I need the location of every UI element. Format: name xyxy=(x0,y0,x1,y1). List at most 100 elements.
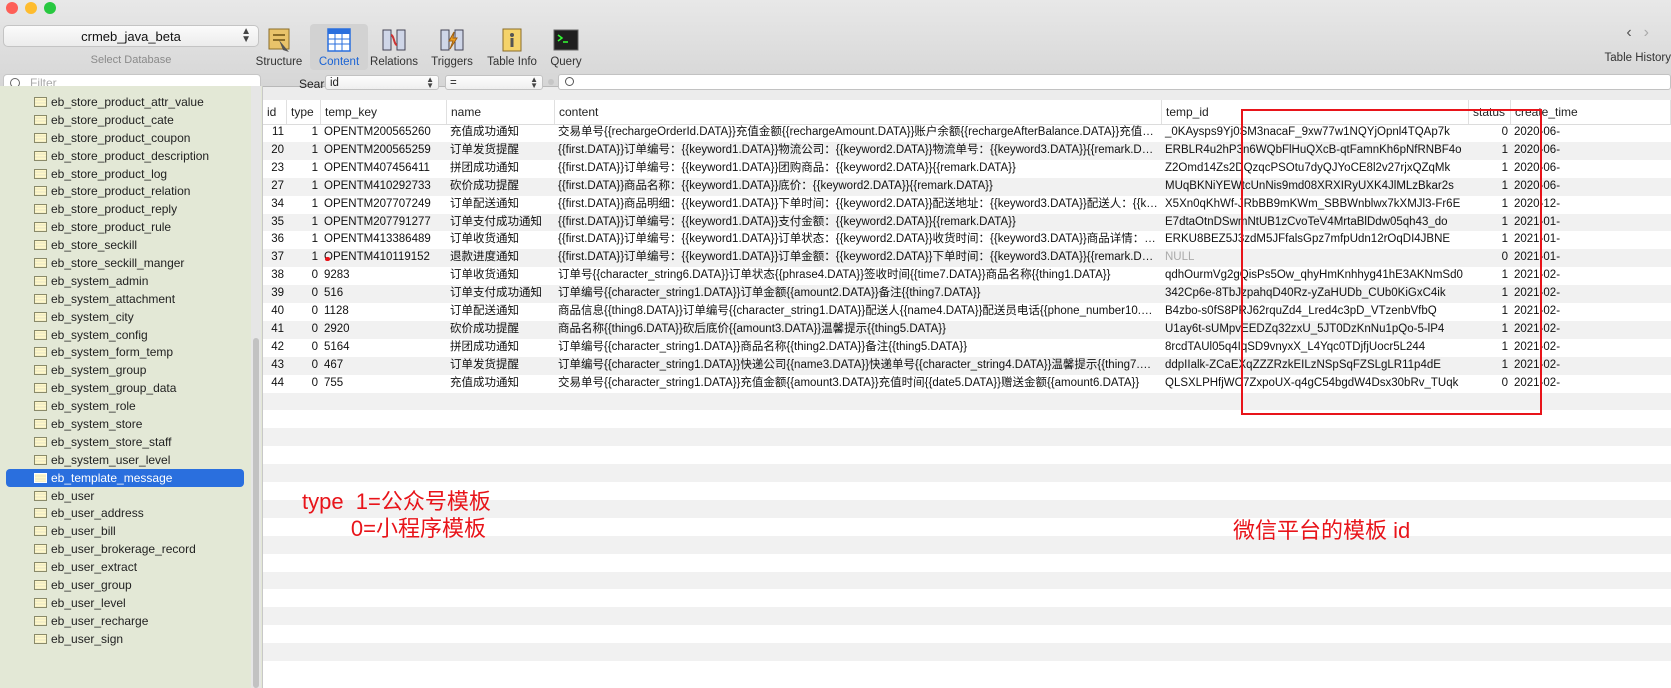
grid-cell-status[interactable]: 1 xyxy=(1469,303,1511,321)
table-row[interactable]: 41 0 2920 砍价成功提醒 商品名称{{thing6.DATA}}砍后底价{{am… xyxy=(263,320,1671,339)
grid-cell-name[interactable]: 充值成功通知 xyxy=(447,375,555,393)
grid-cell-create_time[interactable]: 2021-02- xyxy=(1511,375,1671,393)
grid-cell-temp_key[interactable]: 2920 xyxy=(321,321,447,339)
grid-cell-temp_id[interactable]: ERKU8BEZ5J3zdM5JFfalsGpz7mfpUdn12rOqDI4J… xyxy=(1162,231,1469,249)
grid-cell-status[interactable]: 1 xyxy=(1469,214,1511,232)
grid-cell-type[interactable]: 1 xyxy=(287,160,321,178)
grid-cell-content[interactable]: {{first.DATA}}订单编号：{{keyword1.DATA}}订单金额… xyxy=(555,249,1162,267)
grid-cell-content[interactable]: 订单编号{{character_string1.DATA}}快递公司{{name… xyxy=(555,357,1162,375)
table-row[interactable]: 35 1 OPENTM207791277 订单支付成功通知 {{first.DATA}}… xyxy=(263,213,1671,232)
grid-cell-content[interactable]: 商品名称{{thing6.DATA}}砍后底价{{amount3.DATA}}温… xyxy=(555,321,1162,339)
grid-cell-create_time[interactable]: 2021-01- xyxy=(1511,249,1671,267)
sidebar-table-item[interactable]: eb_system_admin xyxy=(0,272,250,290)
grid-cell-id[interactable]: 35 xyxy=(263,214,287,232)
grid-cell-id[interactable]: 36 xyxy=(263,231,287,249)
grid-cell-temp_key[interactable]: 5164 xyxy=(321,339,447,357)
grid-cell-temp_key[interactable]: 9283 xyxy=(321,267,447,285)
grid-cell-type[interactable]: 0 xyxy=(287,375,321,393)
grid-cell-create_time[interactable]: 2020-06- xyxy=(1511,124,1671,142)
grid-cell-content[interactable]: 订单编号{{character_string1.DATA}}商品名称{{thin… xyxy=(555,339,1162,357)
sidebar-table-item[interactable]: eb_store_product_relation xyxy=(0,182,250,200)
grid-cell-temp_id[interactable]: B4zbo-s0fS8PRJ62rquZd4_Lred4c3pD_VTzenbV… xyxy=(1162,303,1469,321)
grid-cell-status[interactable]: 0 xyxy=(1469,249,1511,267)
sidebar-table-item[interactable]: eb_store_seckill xyxy=(0,236,250,254)
grid-cell-status[interactable]: 1 xyxy=(1469,160,1511,178)
grid-cell-type[interactable]: 1 xyxy=(287,249,321,267)
sidebar-table-item[interactable]: eb_system_group_data xyxy=(0,379,250,397)
grid-cell-content[interactable]: {{first.DATA}}订单编号：{{keyword1.DATA}}支付金额… xyxy=(555,214,1162,232)
back-arrow-icon[interactable]: ‹ xyxy=(1626,24,1643,41)
grid-cell-name[interactable]: 订单支付成功通知 xyxy=(447,285,555,303)
sidebar-table-item[interactable]: eb_store_product_log xyxy=(0,165,250,183)
grid-cell-status[interactable]: 0 xyxy=(1469,124,1511,142)
grid-cell-name[interactable]: 订单支付成功通知 xyxy=(447,214,555,232)
grid-cell-id[interactable]: 38 xyxy=(263,267,287,285)
grid-cell-status[interactable]: 1 xyxy=(1469,321,1511,339)
toolbar-structure-button[interactable]: Structure xyxy=(250,24,308,70)
grid-cell-status[interactable]: 1 xyxy=(1469,178,1511,196)
sidebar-table-item[interactable]: eb_store_product_reply xyxy=(0,200,250,218)
grid-cell-temp_id[interactable]: qdhOurmVg2gQisPs5Ow_qhyHmKnhhyg41hE3AKNm… xyxy=(1162,267,1469,285)
sidebar-table-item[interactable]: eb_system_group xyxy=(0,361,250,379)
grid-cell-id[interactable]: 11 xyxy=(263,124,287,142)
grid-cell-name[interactable]: 订单配送通知 xyxy=(447,303,555,321)
grid-cell-type[interactable]: 0 xyxy=(287,357,321,375)
grid-cell-temp_key[interactable]: OPENTM407456411 xyxy=(321,160,447,178)
grid-cell-temp_id[interactable]: 8rcdTAUl05q4IqSD9vnyxX_L4Yqc0TDjfjUocr5L… xyxy=(1162,339,1469,357)
grid-cell-temp_id[interactable]: Z2Omd14Zs2DQzqcPSOtu7dyQJYoCE8l2v27rjxQZ… xyxy=(1162,160,1469,178)
grid-cell-create_time[interactable]: 2020-06- xyxy=(1511,178,1671,196)
toolbar-content-button[interactable]: Content xyxy=(310,24,368,70)
grid-cell-type[interactable]: 1 xyxy=(287,142,321,160)
grid-cell-temp_key[interactable]: OPENTM410119152 xyxy=(321,249,447,267)
table-row[interactable]: 36 1 OPENTM413386489 订单收货通知 {{first.DATA}}订单… xyxy=(263,231,1671,249)
toolbar-query-button[interactable]: Query xyxy=(537,24,595,70)
grid-cell-temp_key[interactable]: OPENTM200565259 xyxy=(321,142,447,160)
table-row[interactable]: 11 1 OPENTM200565260 充值成功通知 交易单号{{rechargeOr… xyxy=(263,124,1671,142)
grid-cell-content[interactable]: 交易单号{{character_string1.DATA}}充值金额{{amou… xyxy=(555,375,1162,393)
grid-cell-content[interactable]: 订单编号{{character_string1.DATA}}订单金额{{amou… xyxy=(555,285,1162,303)
grid-cell-create_time[interactable]: 2021-02- xyxy=(1511,267,1671,285)
grid-cell-id[interactable]: 23 xyxy=(263,160,287,178)
grid-cell-temp_id[interactable]: X5Xn0qKhWf-JRbBB9mKWm_SBBWnblwx7kXMJl3-F… xyxy=(1162,196,1469,214)
grid-cell-temp_key[interactable]: OPENTM200565260 xyxy=(321,124,447,142)
grid-cell-content[interactable]: {{first.DATA}}订单编号：{{keyword1.DATA}}团购商品… xyxy=(555,160,1162,178)
grid-cell-content[interactable]: {{first.DATA}}商品明细：{{keyword1.DATA}}下单时间… xyxy=(555,196,1162,214)
sidebar-table-item[interactable]: eb_system_store xyxy=(0,415,250,433)
column-header[interactable]: status xyxy=(1469,100,1511,124)
grid-cell-id[interactable]: 20 xyxy=(263,142,287,160)
table-row[interactable]: 40 0 1128 订单配送通知 商品信息{{thing8.DATA}}订单编号{{ch… xyxy=(263,303,1671,321)
grid-cell-id[interactable]: 40 xyxy=(263,303,287,321)
sidebar-scrollbar[interactable] xyxy=(251,86,261,688)
sidebar-table-item[interactable]: eb_user_level xyxy=(0,594,250,612)
grid-cell-type[interactable]: 0 xyxy=(287,285,321,303)
grid-cell-type[interactable]: 0 xyxy=(287,267,321,285)
sidebar-table-item[interactable]: eb_user xyxy=(0,487,250,505)
grid-cell-id[interactable]: 39 xyxy=(263,285,287,303)
grid-cell-type[interactable]: 0 xyxy=(287,303,321,321)
grid-cell-temp_key[interactable]: 1128 xyxy=(321,303,447,321)
grid-cell-content[interactable]: 订单号{{character_string6.DATA}}订单状态{{phras… xyxy=(555,267,1162,285)
grid-cell-create_time[interactable]: 2021-02- xyxy=(1511,303,1671,321)
column-header[interactable]: type xyxy=(287,100,321,124)
grid-cell-name[interactable]: 砍价成功提醒 xyxy=(447,178,555,196)
grid-cell-name[interactable]: 拼团成功通知 xyxy=(447,339,555,357)
sidebar-table-item[interactable]: eb_system_city xyxy=(0,308,250,326)
database-select[interactable]: crmeb_java_beta ▲ ▼ xyxy=(3,25,259,47)
column-header[interactable]: create_time xyxy=(1511,100,1671,124)
grid-cell-name[interactable]: 订单收货通知 xyxy=(447,267,555,285)
grid-cell-status[interactable]: 1 xyxy=(1469,339,1511,357)
grid-cell-name[interactable]: 砍价成功提醒 xyxy=(447,321,555,339)
grid-cell-status[interactable]: 0 xyxy=(1469,375,1511,393)
grid-cell-name[interactable]: 拼团成功通知 xyxy=(447,160,555,178)
sidebar-table-item[interactable]: eb_system_user_level xyxy=(0,451,250,469)
grid-cell-name[interactable]: 订单收货通知 xyxy=(447,231,555,249)
sidebar-table-item[interactable]: eb_user_brokerage_record xyxy=(0,540,250,558)
table-row[interactable]: 43 0 467 订单发货提醒 订单编号{{character_string1.DATA… xyxy=(263,356,1671,375)
grid-cell-type[interactable]: 1 xyxy=(287,124,321,142)
grid-cell-id[interactable]: 27 xyxy=(263,178,287,196)
grid-cell-name[interactable]: 订单发货提醒 xyxy=(447,142,555,160)
sidebar-table-item[interactable]: eb_user_recharge xyxy=(0,612,250,630)
grid-cell-content[interactable]: 商品信息{{thing8.DATA}}订单编号{{character_strin… xyxy=(555,303,1162,321)
grid-cell-temp_id[interactable]: ERBLR4u2hP3n6WQbFlHuQXcB-qtFamnKh6pNfRNB… xyxy=(1162,142,1469,160)
table-row[interactable]: 27 1 OPENTM410292733 砍价成功提醒 {{first.DATA}}商品… xyxy=(263,177,1671,196)
